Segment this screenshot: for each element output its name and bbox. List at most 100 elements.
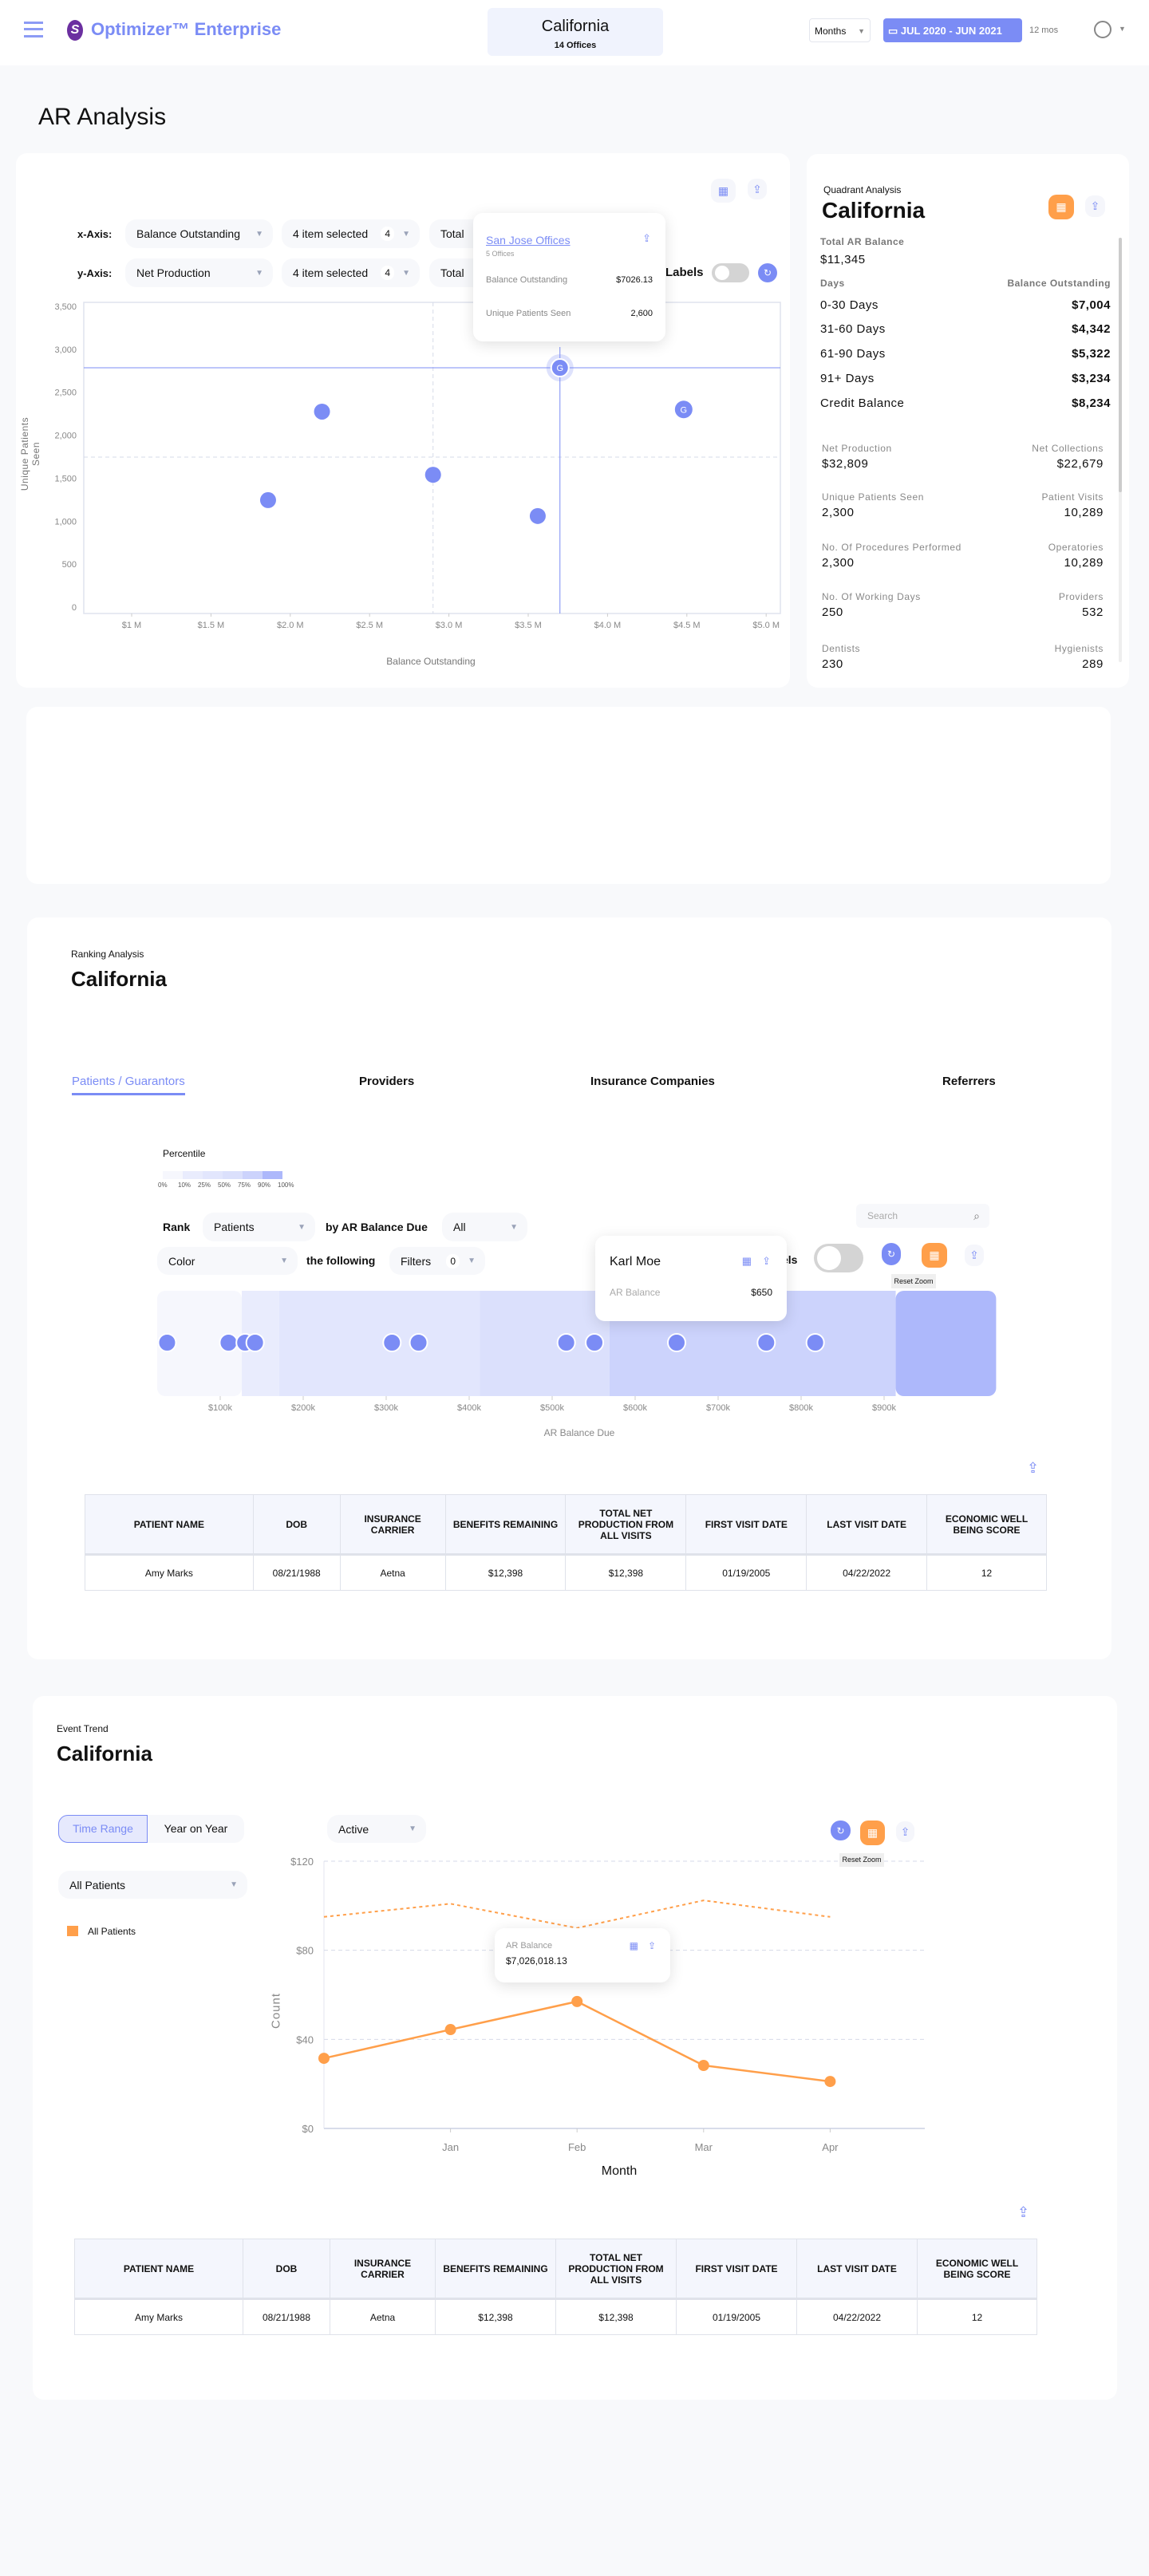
data-point[interactable] bbox=[571, 1995, 583, 2007]
column-header[interactable]: Insurance Carrier bbox=[330, 2239, 436, 2300]
percentile-tick: 100% bbox=[278, 1181, 294, 1189]
column-header[interactable]: Benefits Remaining bbox=[444, 1494, 567, 1556]
data-point[interactable] bbox=[697, 2059, 709, 2071]
column-header[interactable]: Insurance Carrier bbox=[339, 1494, 446, 1556]
y-items-select[interactable]: 4 item selected 4 ▼ bbox=[282, 258, 420, 287]
user-icon[interactable] bbox=[1094, 21, 1111, 38]
export-icon[interactable]: ⇪ bbox=[762, 1255, 771, 1268]
chevron-down-icon[interactable]: ▼ bbox=[1119, 25, 1126, 33]
export-icon[interactable]: ⇪ bbox=[965, 1245, 984, 1266]
data-point[interactable] bbox=[824, 2076, 836, 2088]
x-axis-title: Balance Outstanding bbox=[386, 656, 476, 667]
export-icon[interactable]: ⇪ bbox=[1027, 1460, 1039, 1477]
filters-select[interactable]: Filters 0 ▼ bbox=[389, 1247, 485, 1275]
search-input[interactable]: Search ⌕ bbox=[856, 1204, 989, 1228]
column-header[interactable]: Patient Name bbox=[85, 1494, 254, 1556]
data-point[interactable] bbox=[382, 1333, 402, 1352]
export-icon[interactable]: ⇪ bbox=[896, 1821, 914, 1842]
data-point[interactable] bbox=[444, 2024, 456, 2036]
stat-2-right: Operatories 10,289 bbox=[1048, 542, 1104, 570]
calculator-icon[interactable]: ▦ bbox=[711, 179, 736, 203]
export-icon[interactable]: ⇪ bbox=[1017, 2204, 1029, 2221]
menu-icon[interactable] bbox=[24, 22, 43, 37]
column-header[interactable]: Benefits Remaining bbox=[435, 2239, 556, 2300]
strip-x-title: AR Balance Due bbox=[543, 1427, 615, 1438]
table-row[interactable]: Amy Marks 08/21/1988 Aetna $12,398 $12,398 01… bbox=[85, 1554, 1047, 1591]
data-point[interactable] bbox=[674, 400, 693, 419]
x-metric-select[interactable]: Balance Outstanding ▼ bbox=[125, 219, 273, 248]
data-point[interactable] bbox=[318, 2053, 330, 2065]
column-header[interactable]: DOB bbox=[243, 2239, 330, 2300]
data-point[interactable] bbox=[245, 1333, 265, 1352]
balance-header-label: Balance Outstanding bbox=[1007, 278, 1111, 289]
calculator-icon[interactable]: ▦ bbox=[630, 1940, 638, 1951]
calculator-icon[interactable]: ▦ bbox=[922, 1243, 947, 1268]
column-header[interactable]: Last Visit Date bbox=[796, 2239, 918, 2300]
column-header[interactable]: Economic Well Being Score bbox=[926, 1494, 1047, 1556]
export-icon[interactable]: ⇪ bbox=[642, 232, 651, 245]
column-header[interactable]: Total Net Production From All Visits bbox=[565, 1494, 687, 1556]
days-row: 0-30 Days $7,004 bbox=[820, 298, 1111, 312]
data-point[interactable] bbox=[424, 467, 441, 483]
scope-select[interactable]: All ▼ bbox=[442, 1213, 527, 1241]
column-header[interactable]: First Visit Date bbox=[676, 2239, 797, 2300]
labels-toggle-label: Labels bbox=[665, 266, 704, 279]
labels-toggle[interactable] bbox=[712, 263, 749, 282]
export-icon[interactable]: ⇪ bbox=[748, 179, 767, 199]
tab-insurance-companies[interactable]: Insurance Companies bbox=[590, 1075, 715, 1093]
tab-referrers[interactable]: Referrers bbox=[942, 1075, 996, 1093]
data-point[interactable] bbox=[409, 1333, 428, 1352]
location-selector[interactable]: California 14 Offices bbox=[488, 8, 663, 56]
data-point[interactable] bbox=[805, 1333, 825, 1352]
data-point[interactable] bbox=[259, 491, 276, 508]
reset-icon[interactable]: ↻ bbox=[758, 263, 777, 282]
table-row[interactable]: Amy Marks 08/21/1988 Aetna $12,398 $12,398 01… bbox=[74, 2298, 1037, 2335]
tab-providers[interactable]: Providers bbox=[359, 1075, 414, 1093]
tooltip-title[interactable]: San Jose Offices bbox=[486, 234, 653, 247]
column-header[interactable]: Economic Well Being Score bbox=[917, 2239, 1037, 2300]
column-header[interactable]: DOB bbox=[252, 1494, 341, 1556]
reset-icon[interactable]: ↻ bbox=[831, 1821, 851, 1840]
data-point[interactable] bbox=[219, 1333, 239, 1352]
color-select[interactable]: Color ▼ bbox=[157, 1247, 298, 1275]
y-total-value: Total bbox=[440, 266, 464, 279]
year-on-year-tab[interactable]: Year on Year bbox=[148, 1815, 244, 1843]
column-header[interactable]: First Visit Date bbox=[685, 1494, 807, 1556]
labels-toggle[interactable] bbox=[814, 1244, 863, 1272]
data-point[interactable] bbox=[585, 1333, 605, 1352]
table-cell: 04/22/2022 bbox=[796, 2298, 918, 2335]
time-range-tab[interactable]: Time Range bbox=[58, 1815, 148, 1843]
tab-patients-guarantors[interactable]: Patients / Guarantors bbox=[72, 1075, 185, 1095]
x-metric-value: Balance Outstanding bbox=[136, 227, 240, 240]
data-point[interactable] bbox=[529, 507, 546, 524]
column-header[interactable]: Total Net Production From All Visits bbox=[555, 2239, 677, 2300]
calculator-icon[interactable]: ▦ bbox=[860, 1821, 885, 1845]
rank-entity-select[interactable]: Patients ▼ bbox=[203, 1213, 315, 1241]
data-point[interactable] bbox=[157, 1333, 177, 1352]
data-point[interactable] bbox=[314, 403, 330, 420]
period-select[interactable]: Months ▼ bbox=[809, 18, 871, 42]
scrollbar[interactable] bbox=[1119, 238, 1122, 662]
data-point[interactable] bbox=[756, 1333, 776, 1352]
export-icon[interactable]: ⇪ bbox=[648, 1940, 656, 1951]
table-cell: Aetna bbox=[330, 2298, 436, 2335]
quadrant-label: Quadrant Analysis bbox=[823, 184, 902, 195]
data-point[interactable] bbox=[667, 1333, 686, 1352]
calculator-icon[interactable]: ▦ bbox=[742, 1255, 752, 1268]
column-header[interactable]: Patient Name bbox=[74, 2239, 243, 2300]
x-items-select[interactable]: 4 item selected 4 ▼ bbox=[282, 219, 420, 248]
export-icon[interactable]: ⇪ bbox=[1085, 195, 1105, 217]
search-icon[interactable]: ⌕ bbox=[973, 1209, 980, 1223]
reset-icon[interactable]: ↻ bbox=[882, 1243, 901, 1265]
date-range-button[interactable]: ▭ JUL 2020 - JUN 2021 bbox=[883, 18, 1022, 42]
stat-value: 532 bbox=[1082, 606, 1104, 619]
group-select[interactable]: All Patients ▼ bbox=[58, 1871, 247, 1899]
column-header[interactable]: Last Visit Date bbox=[806, 1494, 928, 1556]
data-point[interactable] bbox=[550, 358, 570, 378]
calculator-icon[interactable]: ▦ bbox=[1048, 195, 1074, 219]
y-metric-select[interactable]: Net Production ▼ bbox=[125, 258, 273, 287]
line-x-title: Month bbox=[601, 2164, 638, 2178]
data-point[interactable] bbox=[556, 1333, 576, 1352]
app-name[interactable]: Optimizer™ Enterprise bbox=[91, 19, 281, 40]
status-select[interactable]: Active ▼ bbox=[327, 1815, 426, 1843]
